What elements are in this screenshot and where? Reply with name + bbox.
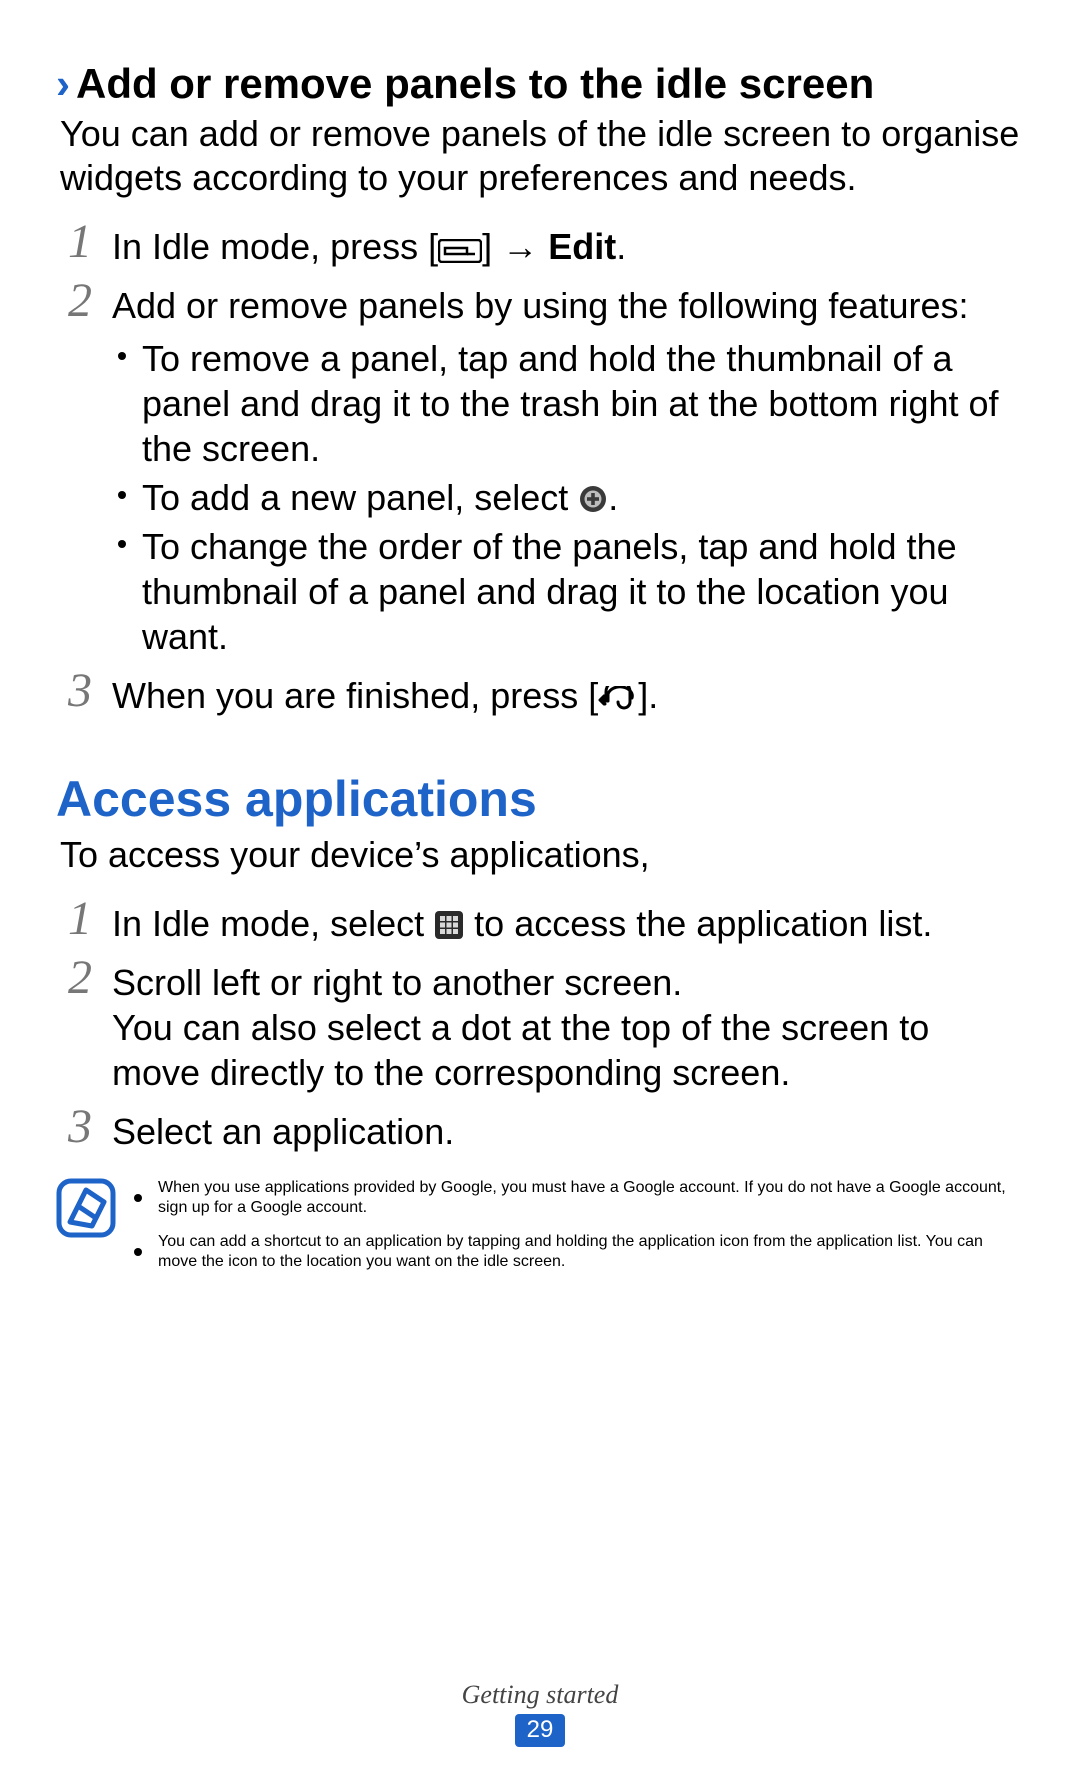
bullet-remove: To remove a panel, tap and hold the thum… — [112, 336, 1024, 471]
step-3: 3 When you are finished, press [ ]. — [56, 673, 1024, 718]
step-1b: 1 In Idle mode, select to access the app… — [56, 901, 1024, 946]
step-number: 1 — [60, 889, 100, 949]
heading-access-applications: Access applications — [56, 772, 1024, 827]
note-icon — [56, 1178, 116, 1238]
note-bullets: When you use applications provided by Go… — [128, 1178, 1024, 1272]
step-text-post: ] → — [482, 226, 548, 267]
step-number: 3 — [60, 1097, 100, 1157]
intro-text-1: You can add or remove panels of the idle… — [60, 112, 1024, 200]
chevron-icon: › — [56, 60, 70, 107]
step-number: 3 — [60, 661, 100, 721]
heading-text: Add or remove panels to the idle screen — [76, 60, 874, 107]
step-text-pre: In Idle mode, press [ — [112, 226, 438, 267]
apps-grid-icon — [434, 910, 464, 940]
step-3b: 3 Select an application. — [56, 1109, 1024, 1154]
step-text: Select an application. — [112, 1111, 454, 1152]
step-number: 1 — [60, 212, 100, 272]
bullet-add: To add a new panel, select . — [112, 475, 1024, 520]
back-key-icon — [598, 686, 638, 712]
plus-circle-icon — [578, 484, 608, 514]
bullet-add-pre: To add a new panel, select — [142, 477, 578, 518]
step-2: 2 Add or remove panels by using the foll… — [56, 283, 1024, 659]
intro-text-2: To access your device’s applications, — [60, 833, 1024, 877]
step-text: Scroll left or right to another screen. — [112, 962, 682, 1003]
step-2b: 2 Scroll left or right to another screen… — [56, 960, 1024, 1095]
steps-list-2: 1 In Idle mode, select to access the app… — [56, 901, 1024, 1154]
page-number-badge: 29 — [515, 1714, 566, 1747]
step-extra: You can also select a dot at the top of … — [112, 1007, 929, 1093]
step-text-post: to access the application list. — [464, 903, 932, 944]
bullet-reorder: To change the order of the panels, tap a… — [112, 524, 1024, 659]
note-content: When you use applications provided by Go… — [128, 1174, 1024, 1286]
steps-list-1: 1 In Idle mode, press [ ] → Edit. 2 Add … — [56, 224, 1024, 718]
step-tail: . — [616, 226, 626, 267]
page-footer: Getting started 29 — [0, 1680, 1080, 1747]
step-text-post: ]. — [638, 675, 658, 716]
step-1: 1 In Idle mode, press [ ] → Edit. — [56, 224, 1024, 269]
note-block: When you use applications provided by Go… — [56, 1174, 1024, 1286]
step-text-pre: When you are finished, press [ — [112, 675, 598, 716]
note-bullet-1: When you use applications provided by Go… — [128, 1178, 1024, 1218]
step-number: 2 — [60, 271, 100, 331]
step-text: Add or remove panels by using the follow… — [112, 285, 969, 326]
step-bold: Edit — [548, 226, 616, 267]
footer-chapter: Getting started — [0, 1680, 1080, 1710]
step-number: 2 — [60, 948, 100, 1008]
step-text-pre: In Idle mode, select — [112, 903, 434, 944]
manual-page: ›Add or remove panels to the idle screen… — [0, 0, 1080, 1771]
sub-heading-add-remove: ›Add or remove panels to the idle screen — [56, 60, 1024, 108]
bullet-add-post: . — [608, 477, 618, 518]
menu-key-icon — [438, 239, 482, 263]
note-bullet-2: You can add a shortcut to an application… — [128, 1232, 1024, 1272]
bullets-list: To remove a panel, tap and hold the thum… — [112, 336, 1024, 659]
